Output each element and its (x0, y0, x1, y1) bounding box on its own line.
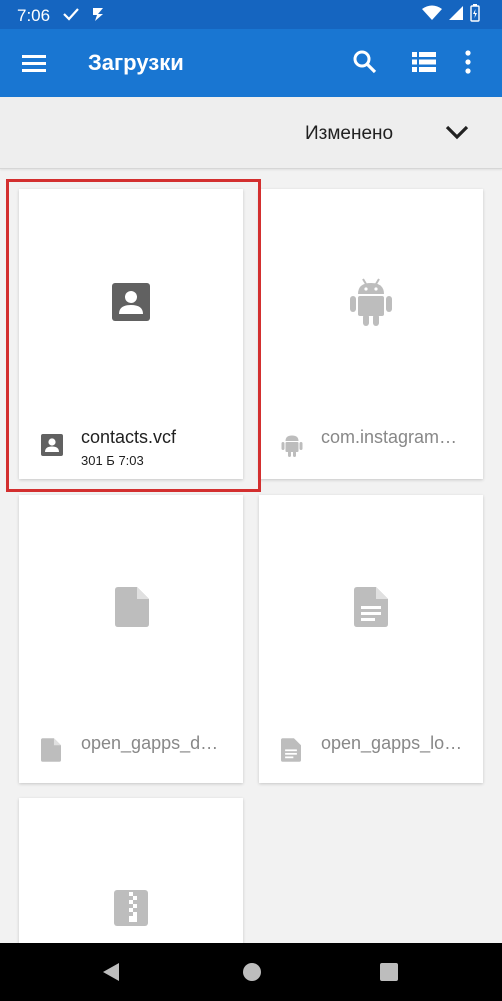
file-icon (115, 587, 149, 627)
file-name: contacts.vcf (81, 427, 177, 447)
android-icon (281, 435, 303, 457)
document-icon (281, 738, 301, 762)
chevron-down-icon[interactable] (444, 121, 470, 143)
status-bar: 7:06 (0, 0, 502, 29)
notification-icon (93, 8, 103, 21)
file-card[interactable]: com.instagram… (259, 189, 483, 479)
file-name: open_gapps_d… (81, 733, 219, 753)
android-icon (350, 278, 392, 326)
file-meta: 301 Б 7:03 (81, 453, 144, 468)
contact-icon (112, 283, 150, 321)
search-icon[interactable] (352, 49, 378, 75)
file-card[interactable]: open_gapps_lo… (259, 495, 483, 783)
check-icon (63, 8, 79, 21)
status-time: 7:06 (17, 6, 51, 25)
recent-apps-icon[interactable] (380, 963, 398, 981)
menu-icon[interactable] (20, 49, 48, 77)
sort-bar: Изменено (0, 97, 502, 169)
document-icon (354, 587, 388, 627)
sort-label[interactable]: Изменено (305, 123, 393, 145)
archive-icon (114, 890, 148, 926)
contact-icon (41, 434, 63, 456)
app-bar: Загрузки (0, 29, 502, 97)
list-view-icon[interactable] (411, 50, 437, 74)
file-icon (41, 738, 61, 762)
wifi-icon (422, 5, 442, 20)
battery-icon (470, 4, 480, 22)
back-icon[interactable] (101, 961, 121, 983)
signal-icon (449, 6, 463, 20)
home-icon[interactable] (242, 962, 262, 982)
file-card[interactable]: contacts.vcf 301 Б 7:03 (19, 189, 243, 479)
more-options-icon[interactable] (464, 49, 472, 75)
file-name: open_gapps_lo… (321, 733, 463, 753)
file-name: com.instagram… (321, 427, 458, 447)
file-card[interactable]: open_gapps_d… (19, 495, 243, 783)
page-title: Загрузки (88, 50, 184, 75)
navigation-bar (0, 943, 502, 1001)
